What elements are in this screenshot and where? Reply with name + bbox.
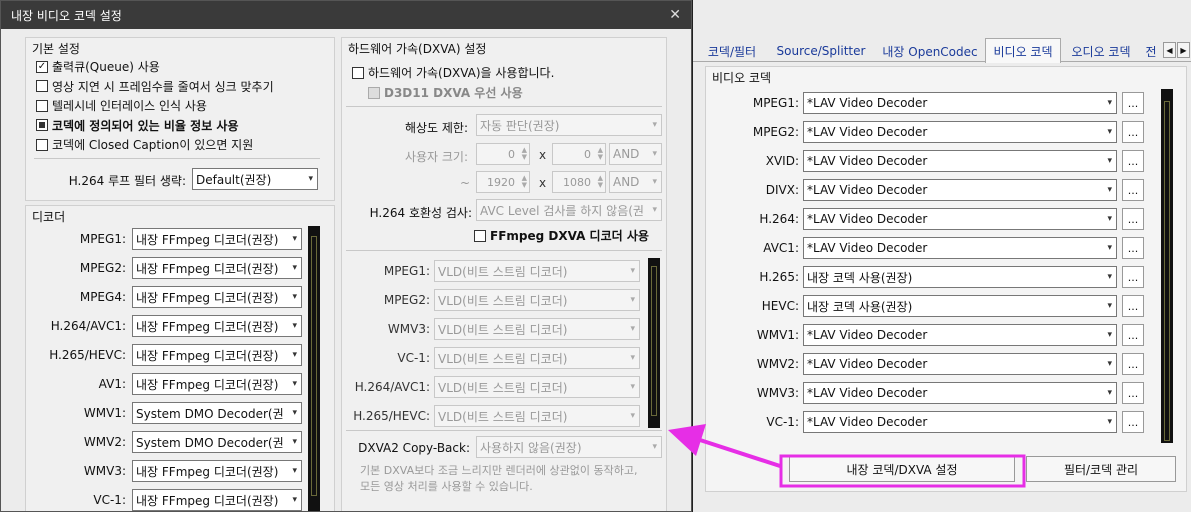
annotation-overlay bbox=[668, 424, 1026, 488]
highlight-box bbox=[779, 454, 1026, 488]
arrow-head-icon bbox=[668, 424, 706, 456]
arrow-shaft bbox=[699, 438, 781, 468]
